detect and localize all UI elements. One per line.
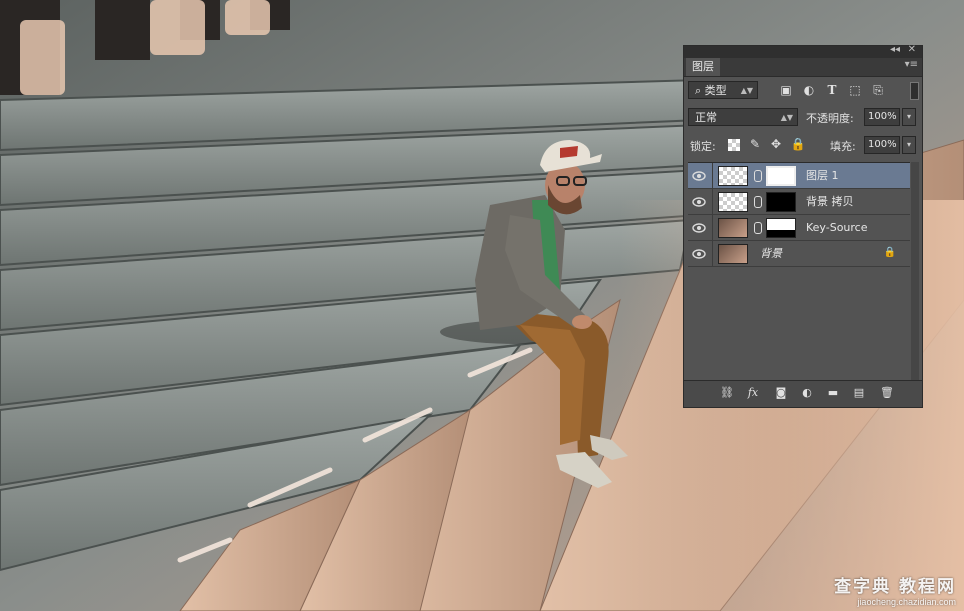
- blend-mode-dropdown[interactable]: 正常 ▲▼: [688, 108, 798, 126]
- eye-icon[interactable]: [692, 222, 706, 234]
- layer-row-layer1[interactable]: 图层 1: [688, 163, 910, 189]
- lock-move-icon[interactable]: ✥: [768, 136, 784, 152]
- link-icon[interactable]: [754, 196, 762, 208]
- adjustment-filter-icon[interactable]: ◐: [801, 82, 817, 98]
- layer-thumbnail[interactable]: [718, 218, 748, 238]
- fill-input[interactable]: 100%: [864, 136, 900, 154]
- filter-toggle[interactable]: [910, 82, 919, 100]
- panel-bottom-toolbar: ⛓ fx ◙ ◐ ▬ ▤ 🗑: [684, 380, 922, 407]
- layer-name[interactable]: Key-Source: [806, 215, 868, 241]
- collapse-icon[interactable]: ◂◂: [890, 44, 900, 55]
- eye-icon[interactable]: [692, 196, 706, 208]
- watermark-title: 查字典 教程网: [834, 577, 956, 597]
- link-icon[interactable]: [754, 170, 762, 182]
- watermark: 查字典 教程网 jiaocheng.chazidian.com: [834, 572, 956, 607]
- new-group-icon[interactable]: ▬: [826, 386, 840, 400]
- tab-layers[interactable]: 图层: [686, 58, 720, 76]
- opacity-label: 不透明度:: [806, 112, 854, 125]
- layer-row-key-source[interactable]: Key-Source: [688, 215, 910, 241]
- layer-name[interactable]: 背景: [760, 241, 782, 267]
- opacity-input[interactable]: 100%: [864, 108, 900, 126]
- layer-row-background[interactable]: 背景 🔒: [688, 241, 910, 267]
- lock-all-icon[interactable]: 🔒: [790, 136, 806, 152]
- layer-thumbnail[interactable]: [718, 192, 748, 212]
- layers-scrollbar[interactable]: [911, 162, 919, 382]
- blend-mode-value: 正常: [695, 111, 717, 124]
- watermark-url: jiaocheng.chazidian.com: [857, 597, 956, 607]
- dropdown-arrow-icon: ▲▼: [740, 86, 753, 95]
- layer-row-bg-copy[interactable]: 背景 拷贝: [688, 189, 910, 215]
- lock-label: 锁定:: [690, 140, 716, 153]
- fill-arrow-button[interactable]: ▾: [902, 136, 916, 154]
- fx-icon[interactable]: fx: [746, 386, 760, 400]
- dropdown-arrow-icon: ▲▼: [780, 113, 793, 122]
- shape-filter-icon[interactable]: ⬚: [847, 82, 863, 98]
- lock-icon: 🔒: [883, 247, 896, 258]
- panel-tab-row: 图层 ▾≡: [684, 58, 922, 77]
- opacity-arrow-button[interactable]: ▾: [902, 108, 916, 126]
- layer-mask-thumbnail[interactable]: [766, 192, 796, 212]
- filter-kind-dropdown[interactable]: ⌕ 类型 ▲▼: [688, 81, 758, 99]
- layer-thumbnail[interactable]: [718, 244, 748, 264]
- search-icon: ⌕: [695, 84, 705, 97]
- eye-icon[interactable]: [692, 170, 706, 182]
- panel-titlebar[interactable]: ◂◂ ✕: [684, 44, 922, 58]
- layer-mask-thumbnail[interactable]: [766, 218, 796, 238]
- panel-menu-icon[interactable]: ▾≡: [905, 59, 918, 70]
- layers-panel: ◂◂ ✕ 图层 ▾≡ ⌕ 类型 ▲▼ ▣ ◐ T ⬚ ⎘ 正常 ▲▼ 不透明度:…: [683, 44, 923, 408]
- lock-paint-icon[interactable]: ✎: [747, 136, 763, 152]
- link-layers-icon[interactable]: ⛓: [720, 386, 734, 400]
- layer-name[interactable]: 背景 拷贝: [806, 189, 854, 215]
- new-adjustment-icon[interactable]: ◐: [800, 386, 814, 400]
- type-filter-icon[interactable]: T: [824, 82, 840, 98]
- layer-name[interactable]: 图层 1: [806, 163, 839, 189]
- add-mask-icon[interactable]: ◙: [774, 386, 788, 400]
- filter-kind-value: 类型: [704, 84, 727, 97]
- smart-object-filter-icon[interactable]: ⎘: [870, 82, 886, 98]
- lock-transparent-icon[interactable]: [728, 139, 740, 151]
- fill-label: 填充:: [830, 140, 856, 153]
- eye-icon[interactable]: [692, 248, 706, 260]
- layers-list: 图层 1 背景 拷贝 Key-Source 背景 🔒: [688, 162, 910, 383]
- new-layer-icon[interactable]: ▤: [852, 386, 866, 400]
- image-filter-icon[interactable]: ▣: [778, 82, 794, 98]
- link-icon[interactable]: [754, 222, 762, 234]
- trash-icon[interactable]: 🗑: [880, 386, 894, 400]
- layer-thumbnail[interactable]: [718, 166, 748, 186]
- layer-mask-thumbnail[interactable]: [766, 166, 796, 186]
- close-icon[interactable]: ✕: [908, 44, 916, 55]
